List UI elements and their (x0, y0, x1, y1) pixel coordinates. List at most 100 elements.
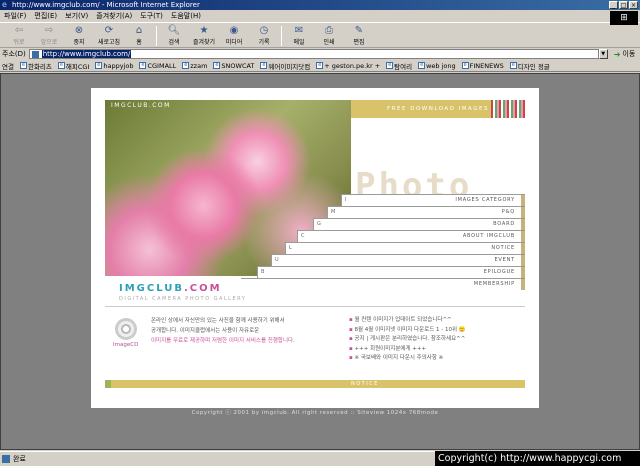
nav-accent-bar (521, 267, 525, 278)
link-page-icon: e (461, 62, 469, 69)
link-item[interactable]: e CGIMALL (139, 62, 176, 70)
link-page-icon: e (213, 62, 221, 69)
forward-button[interactable]: ⇨ 앞으로 (34, 25, 64, 46)
links-bar: 연결 e 한화리츠 e 해피CGI e happyjob e CGIMALL e zzam… (0, 60, 640, 72)
notice-item[interactable]: +++ 회원이미지분에게 +++ (349, 345, 519, 355)
link-page-icon: e (509, 62, 517, 69)
window-title: http://www.imgclub.com/ - Microsoft Inte… (12, 1, 200, 9)
intro-text: 온라인 상에서 자신만의 있는 사진을 함께 사용하기 위해서 공개합니다. 이… (151, 318, 295, 344)
link-item[interactable]: e 웨어이미지닷컴 (260, 61, 310, 71)
page-icon (31, 51, 39, 58)
edit-button[interactable]: ✎ 편집 (344, 25, 374, 46)
nav-board[interactable]: G BOARD (313, 218, 525, 230)
history-icon: ◷ (259, 25, 269, 36)
menu-edit[interactable]: 편집(E) (34, 11, 57, 21)
edit-icon: ✎ (354, 25, 364, 36)
notice-item[interactable]: 월 컨텐 이미지가 업데이트 되었습니다^^ (349, 316, 519, 326)
nav-accent-bar (521, 279, 525, 290)
status-text: 완료 (13, 455, 26, 463)
print-button[interactable]: ⎙ 인쇄 (314, 25, 344, 46)
stop-icon: ⊗ (74, 25, 84, 36)
print-icon: ⎙ (325, 25, 333, 36)
history-button[interactable]: ◷ 기록 (249, 25, 279, 46)
site-logo[interactable]: IMGCLUB.COM (119, 283, 222, 294)
nav-accent-bar (521, 243, 525, 254)
nav-event[interactable]: U EVENT (271, 254, 525, 266)
link-item[interactable]: e web jong (418, 62, 456, 70)
address-dropdown-button[interactable]: ▼ (598, 49, 608, 59)
links-label: 연결 (2, 62, 14, 71)
mail-icon: ✉ (294, 25, 304, 36)
notice-bar: NOTICE (105, 380, 525, 388)
link-item[interactable]: e zzam (182, 62, 207, 70)
link-item[interactable]: e 한화리츠 (19, 61, 52, 71)
stripe-decoration (491, 100, 525, 118)
link-page-icon: e (260, 62, 268, 69)
menu-favorites[interactable]: 즐겨찾기(A) (96, 11, 132, 21)
notice-list: 월 컨텐 이미지가 업데이트 되었습니다^^ 8월 4월 이미지넷 이미지 다운… (349, 316, 519, 364)
link-item[interactable]: e SNOWCAT (213, 62, 254, 70)
maximize-button[interactable]: □ (619, 1, 628, 9)
notice-item[interactable]: 공지 | 게시판은 분리하였습니다. 참조하세요^^ (349, 335, 519, 345)
link-item[interactable]: e 탐여리 (386, 61, 412, 71)
refresh-icon: ⟳ (104, 25, 114, 36)
nav-accent-bar (521, 207, 525, 218)
address-input[interactable]: http://www.imgclub.com/ (28, 49, 599, 59)
address-label: 주소(D) (2, 50, 26, 58)
link-item[interactable]: e FINENEWS (461, 62, 504, 70)
link-page-icon: e (418, 62, 426, 69)
nav-about[interactable]: C ABOUT IMGCLUB (297, 230, 525, 242)
notice-bar-accent (105, 380, 111, 388)
cd-label: ImageCD (113, 342, 139, 348)
nav-images-category[interactable]: I IMAGES CATEGORY (341, 194, 525, 206)
toolbar-separator (156, 25, 157, 46)
site-tagline: DIGITAL CAMERA PHOTO GALLERY (119, 296, 247, 302)
nav-epilogue[interactable]: B EPILOGUE (257, 266, 525, 278)
link-page-icon: e (386, 62, 394, 69)
link-item[interactable]: e 해피CGI (57, 61, 89, 71)
stop-button[interactable]: ⊗ 중지 (64, 25, 94, 46)
mail-button[interactable]: ✉ 메일 (284, 25, 314, 46)
menu-view[interactable]: 보기(V) (65, 11, 88, 21)
link-item[interactable]: e 디자인 정글 (509, 61, 550, 71)
menu-help[interactable]: 도움말(H) (171, 11, 201, 21)
search-button[interactable]: 🔍︎ 검색 (159, 25, 189, 46)
cd-icon[interactable] (115, 318, 137, 340)
nav-membership[interactable]: MEMBERSHIP (241, 278, 525, 290)
notice-item[interactable]: ※ 국보배와 이미지 다운시 주의사항 ※ (349, 354, 519, 364)
forward-arrow-icon: ⇨ (44, 25, 54, 36)
refresh-button[interactable]: ⟳ 새로고침 (94, 25, 124, 46)
nav-accent-bar (521, 231, 525, 242)
page-viewport: IMGCLUB.COM FREE DOWNLOAD IMAGES Photo I… (0, 73, 640, 450)
favorites-button[interactable]: ★ 즐겨찾기 (189, 25, 219, 46)
nav-accent-bar (521, 219, 525, 230)
menu-tools[interactable]: 도구(T) (140, 11, 163, 21)
media-button[interactable]: ◉ 미디어 (219, 25, 249, 46)
copyright-watermark: Copyright(c) http://www.happycgi.com (435, 451, 640, 466)
toolbar-separator (281, 25, 282, 46)
nav-pq[interactable]: M P&Q (327, 206, 525, 218)
star-icon: ★ (199, 25, 209, 36)
home-icon: ⌂ (135, 25, 143, 36)
link-page-icon: e (316, 62, 324, 69)
notice-item[interactable]: 8월 4월 이미지넷 이미지 다운로드 1 - 10위 🙂 (349, 326, 519, 336)
address-url: http://www.imgclub.com/ (41, 50, 132, 58)
link-item[interactable]: e + geston.pe.kr + (316, 62, 380, 70)
link-page-icon: e (139, 62, 147, 69)
title-bar: e http://www.imgclub.com/ - Microsoft In… (0, 0, 640, 10)
back-arrow-icon: ⇦ (14, 25, 24, 36)
photo-logo: IMGCLUB.COM (111, 102, 171, 109)
download-banner[interactable]: FREE DOWNLOAD IMAGES (351, 100, 525, 118)
home-button[interactable]: ⌂ 홈 (124, 25, 154, 46)
back-button[interactable]: ⇦ 뒤로 (4, 25, 34, 46)
close-button[interactable]: × (629, 1, 638, 9)
link-item[interactable]: e happyjob (95, 62, 133, 70)
link-page-icon: e (182, 62, 190, 69)
go-button[interactable]: ➔ 이동 (614, 49, 636, 59)
nav-notice[interactable]: L NOTICE (285, 242, 525, 254)
minimize-button[interactable]: _ (609, 1, 618, 9)
menu-file[interactable]: 파일(F) (4, 11, 26, 21)
ie-icon: e (2, 0, 7, 9)
link-page-icon: e (95, 62, 103, 69)
banner-text: FREE DOWNLOAD IMAGES (387, 106, 489, 112)
